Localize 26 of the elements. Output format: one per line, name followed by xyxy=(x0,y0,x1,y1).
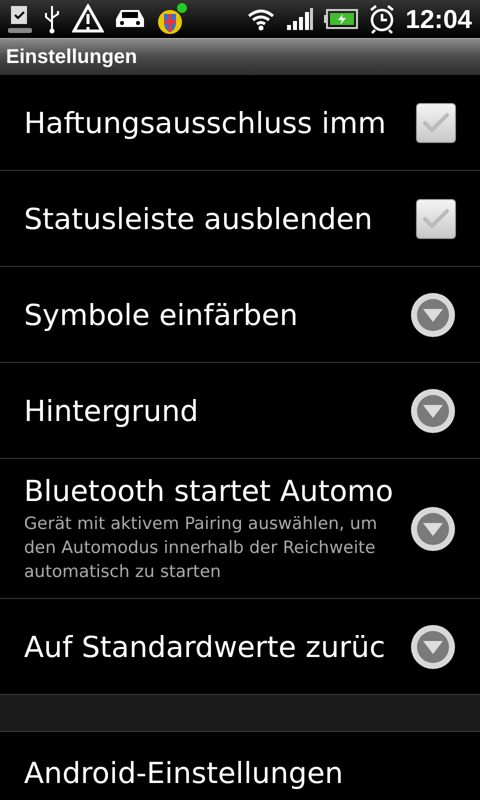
signal-icon xyxy=(286,7,314,31)
warning-icon xyxy=(72,4,104,34)
setting-title[interactable]: Bluetooth startet Automo xyxy=(24,474,410,508)
checkbox[interactable] xyxy=(416,102,456,142)
battery-icon xyxy=(324,9,358,29)
setting-title[interactable]: Auf Standardwerte zurüc xyxy=(24,630,410,664)
setting-title[interactable]: Android-Einstellungen xyxy=(24,756,344,790)
wifi-icon xyxy=(246,7,276,31)
screen-title: Einstellungen xyxy=(6,46,138,68)
dropdown-icon[interactable] xyxy=(410,292,456,338)
setting-title[interactable]: Symbole einfärben xyxy=(24,298,410,332)
alarm-icon xyxy=(368,4,396,34)
download-icon xyxy=(8,4,32,34)
dropdown-icon[interactable] xyxy=(410,506,456,552)
setting-summary: Gerät mit aktivem Pairing auswählen, um den Automodus innerhalb der Reichweite automatisch zu starten xyxy=(24,512,378,584)
setting-title[interactable]: Statusleiste ausblenden xyxy=(24,202,416,236)
check-icon xyxy=(422,112,450,134)
setting-title[interactable]: Haftungsausschluss imm xyxy=(24,106,416,140)
checkbox[interactable] xyxy=(416,198,456,238)
usb-icon xyxy=(42,4,62,34)
shield-icon xyxy=(156,2,188,36)
clock-time: 12:04 xyxy=(406,4,472,34)
setting-title[interactable]: Hintergrund xyxy=(24,394,410,428)
dropdown-icon[interactable] xyxy=(410,388,456,434)
check-icon xyxy=(422,208,450,230)
dropdown-icon[interactable] xyxy=(410,624,456,670)
